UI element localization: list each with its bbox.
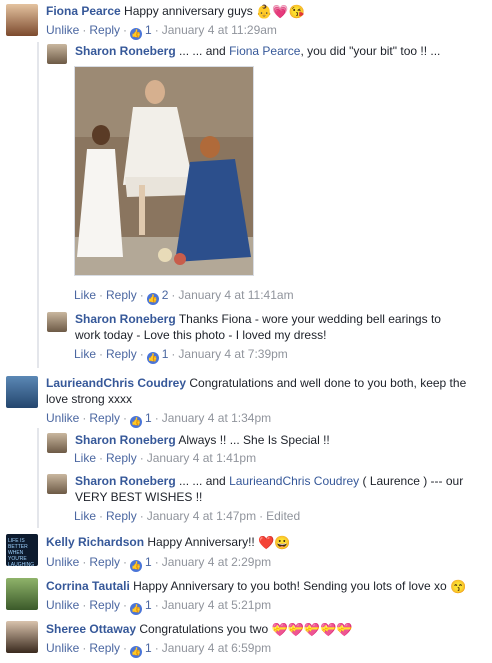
comment-body: LaurieandChris Coudrey Congratulations a… [46, 375, 476, 407]
comment-text: , you did "your bit" too !! ... [300, 44, 441, 58]
thumbs-up-icon: 👍 [130, 646, 143, 658]
reply-link[interactable]: Reply [89, 411, 120, 425]
thumbs-up-icon: 👍 [146, 293, 159, 305]
mention-link[interactable]: LaurieandChris Coudrey [229, 474, 359, 488]
avatar[interactable] [47, 44, 67, 64]
like-count[interactable]: 2 [162, 288, 169, 302]
timestamp[interactable]: January 4 at 1:47pm [147, 509, 256, 523]
thumbs-up-icon: 👍 [146, 352, 159, 364]
comment-body: Fiona Pearce Happy anniversary guys 👶💗😘 [46, 3, 486, 19]
comment-text: Congratulations you two [139, 622, 269, 636]
like-count[interactable]: 1 [145, 555, 152, 569]
avatar[interactable] [6, 4, 38, 36]
comment-body: Kelly Richardson Happy Anniversary!! ❤️😀 [46, 534, 476, 550]
avatar-text: LIFE IS BETTER WHEN YOU'RE LAUGHING [8, 538, 35, 566]
commenter-name[interactable]: Kelly Richardson [46, 535, 144, 549]
comment-text: ... ... and [179, 474, 226, 488]
comment-body: Corrina Tautali Happy Anniversary to you… [46, 578, 486, 594]
like-count[interactable]: 1 [145, 411, 152, 425]
like-link[interactable]: Like [74, 347, 96, 361]
reply-link[interactable]: Reply [89, 641, 120, 655]
avatar[interactable] [47, 474, 67, 494]
comment-body: Sharon Roneberg Thanks Fiona - wore your… [75, 311, 460, 343]
thumbs-up-icon: 👍 [130, 603, 143, 615]
timestamp[interactable]: January 4 at 1:41pm [147, 451, 256, 465]
like-count[interactable]: 1 [145, 641, 152, 655]
commenter-name[interactable]: LaurieandChris Coudrey [46, 376, 186, 390]
emoji: 👶💗😘 [256, 4, 305, 19]
comment-text: Always !! ... She Is Special !! [178, 433, 330, 447]
avatar[interactable] [47, 433, 67, 453]
unlike-link[interactable]: Unlike [46, 555, 79, 569]
commenter-name[interactable]: Fiona Pearce [46, 4, 121, 18]
mention-link[interactable]: Fiona Pearce [229, 44, 300, 58]
like-count[interactable]: 1 [145, 23, 152, 37]
avatar[interactable] [6, 621, 38, 653]
edited-label[interactable]: Edited [266, 509, 300, 523]
like-link[interactable]: Like [74, 451, 96, 465]
thumbs-up-icon: 👍 [130, 416, 143, 428]
like-count[interactable]: 1 [145, 598, 152, 612]
commenter-name[interactable]: Corrina Tautali [46, 579, 130, 593]
comment-actions: Unlike · Reply · 👍 1 · January 4 at 1:34pm [46, 411, 272, 428]
reply-link[interactable]: Reply [106, 451, 137, 465]
reply-link[interactable]: Reply [106, 288, 137, 302]
avatar[interactable] [6, 376, 38, 408]
reply-thread-line [37, 42, 39, 368]
comment-actions: Unlike · Reply · 👍 1 · January 4 at 6:59pm [46, 641, 272, 658]
timestamp[interactable]: January 4 at 7:39pm [178, 347, 287, 361]
avatar[interactable] [47, 312, 67, 332]
comment-actions: Like · Reply · January 4 at 1:41pm [74, 451, 257, 465]
reply-thread-line [37, 428, 39, 528]
timestamp[interactable]: January 4 at 1:34pm [162, 411, 271, 425]
comment-text: Happy Anniversary!! [147, 535, 255, 549]
unlike-link[interactable]: Unlike [46, 411, 79, 425]
like-link[interactable]: Like [74, 288, 96, 302]
comment-actions: Unlike · Reply · 👍 1 · January 4 at 2:29pm [46, 555, 272, 572]
timestamp[interactable]: January 4 at 2:29pm [162, 555, 271, 569]
avatar[interactable]: LIFE IS BETTER WHEN YOU'RE LAUGHING [6, 534, 38, 566]
comment-text: Happy Anniversary to you both! Sending y… [133, 579, 447, 593]
comment-body: Sharon Roneberg Always !! ... She Is Spe… [75, 432, 475, 448]
unlike-link[interactable]: Unlike [46, 641, 79, 655]
timestamp[interactable]: January 4 at 11:29am [162, 23, 277, 37]
commenter-name[interactable]: Sharon Roneberg [75, 474, 176, 488]
comment-body: Sharon Roneberg ... ... and Fiona Pearce… [75, 43, 485, 59]
timestamp[interactable]: January 4 at 11:41am [178, 288, 293, 302]
timestamp[interactable]: January 4 at 6:59pm [162, 641, 271, 655]
like-count[interactable]: 1 [162, 347, 169, 361]
avatar[interactable] [6, 578, 38, 610]
emoji: ❤️😀 [258, 535, 291, 550]
comment-actions: Like · Reply · 👍 2 · January 4 at 11:41am [74, 288, 294, 305]
commenter-name[interactable]: Sharon Roneberg [75, 44, 176, 58]
like-link[interactable]: Like [74, 509, 96, 523]
commenter-name[interactable]: Sharon Roneberg [75, 312, 176, 326]
comment-photo[interactable] [74, 66, 254, 276]
comment-body: Sheree Ottaway Congratulations you two 💝… [46, 621, 486, 637]
emoji: 💝💝💝💝💝 [271, 622, 353, 637]
thumbs-up-icon: 👍 [130, 28, 143, 40]
commenter-name[interactable]: Sharon Roneberg [75, 433, 176, 447]
comment-body: Sharon Roneberg ... ... and LaurieandChr… [75, 473, 475, 505]
comment-actions: Like · Reply · January 4 at 1:47pm · Edited [74, 509, 301, 523]
comment-actions: Unlike · Reply · 👍 1 · January 4 at 5:21pm [46, 598, 272, 615]
comment-text: ... ... and [179, 44, 226, 58]
unlike-link[interactable]: Unlike [46, 23, 79, 37]
comment-text: Happy anniversary guys [124, 4, 253, 18]
reply-link[interactable]: Reply [89, 598, 120, 612]
reply-link[interactable]: Reply [106, 347, 137, 361]
reply-link[interactable]: Reply [106, 509, 137, 523]
reply-link[interactable]: Reply [89, 555, 120, 569]
comment-actions: Like · Reply · 👍 1 · January 4 at 7:39pm [74, 347, 288, 364]
unlike-link[interactable]: Unlike [46, 598, 79, 612]
emoji: 😙 [450, 579, 467, 594]
thumbs-up-icon: 👍 [130, 560, 143, 572]
reply-link[interactable]: Reply [89, 23, 120, 37]
comment-actions: Unlike · Reply · 👍 1 · January 4 at 11:29am [46, 23, 277, 40]
commenter-name[interactable]: Sheree Ottaway [46, 622, 136, 636]
timestamp[interactable]: January 4 at 5:21pm [162, 598, 271, 612]
